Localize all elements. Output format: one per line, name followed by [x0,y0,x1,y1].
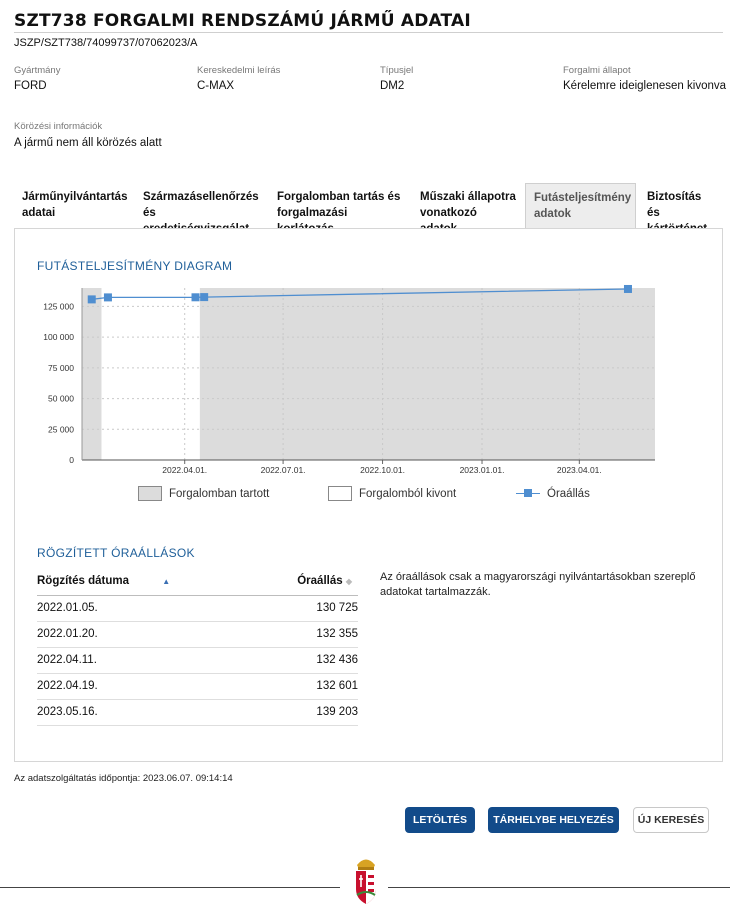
tab-bar: Járműnyilvántartás adatai Származásellen… [14,183,723,235]
x-tick-label: 2022.10.01. [360,465,405,475]
y-tick-label: 100 000 [43,332,74,342]
legend-swatch [138,486,162,501]
tab-label: Forgalomban tartás és [277,191,401,203]
reference-number: JSZP/SZT738/74099737/07062023/A [14,37,198,49]
tab-label: Futásteljesítmény [534,192,632,204]
commercial-name-label: Kereskedelmi leírás [197,65,281,76]
y-tick-label: 125 000 [43,301,74,311]
tab-label: Származásellenőrzés [143,191,259,203]
x-tick-label: 2023.04.01. [557,465,602,475]
y-tick-label: 50 000 [48,394,74,404]
chart-legend: Forgalomban tartott Forgalomból kivont Ó… [138,486,608,504]
wanted-info-value: A jármű nem áll körözés alatt [14,137,162,149]
odometer-point [623,284,632,293]
table-row: 2022.04.11. 132 436 [37,647,358,674]
tab-label: Járműnyilvántartás [22,191,128,203]
manufacturer-value: FORD [14,80,47,92]
tab-origin-check[interactable]: Származásellenőrzés és eredetiségvizsgál… [135,183,265,235]
reading-value: 130 725 [257,595,358,622]
table-header-row: Rögzítés dátuma ▲ Óraállás ◆ [37,568,358,596]
column-header-mileage[interactable]: Óraállás ◆ [257,568,358,596]
type-code-label: Típusjel [380,65,414,76]
odometer-point [103,293,112,302]
tab-label: adatok [534,208,572,220]
x-tick-label: 2022.04.01. [162,465,207,475]
table-row: 2022.01.05. 130 725 [37,595,358,622]
tab-label: Biztosítás és [647,191,702,219]
footer-divider-right [388,887,730,888]
commercial-name-value: C-MAX [197,80,235,92]
reading-date: 2022.01.20. [37,621,258,648]
y-tick-label: 0 [69,455,74,465]
wanted-info-label: Körözési információk [14,121,103,132]
reading-value: 132 355 [257,621,358,648]
legend-line-icon [516,486,540,501]
mileage-chart: 0 25 000 50 000 75 000 100 000 125 000 2022.04… [43,284,656,475]
tab-mileage-data[interactable]: Futásteljesítmény adatok [525,183,636,229]
in-traffic-band [82,288,102,460]
readings-title: RÖGZÍTETT ÓRAÁLLÁSOK [37,546,195,560]
manufacturer-label: Gyártmány [14,65,61,76]
tab-traffic-restrictions[interactable]: Forgalomban tartás és forgalmazási korlá… [269,183,409,235]
x-tick-label: 2023.01.01. [460,465,505,475]
title-divider [14,32,723,33]
sort-ascending-icon: ▲ [162,577,171,587]
table-row: 2022.04.19. 132 601 [37,673,358,700]
data-timestamp: Az adatszolgáltatás időpontja: 2023.06.0… [14,773,233,784]
tab-registry-data[interactable]: Járműnyilvántartás adatai [14,183,132,229]
x-tick-label: 2022.07.01. [261,465,306,475]
column-header-date[interactable]: Rögzítés dátuma ▲ [37,568,258,596]
legend-label: Forgalomból kivont [359,487,457,500]
odometer-point [191,293,200,302]
footer-divider-left [0,887,340,888]
legend-swatch [328,486,352,501]
column-header-label: Rögzítés dátuma [37,575,130,588]
traffic-status-value: Kérelemre ideiglenesen kivonva [563,80,727,92]
reading-date: 2022.04.11. [37,647,258,674]
reading-date: 2022.01.05. [37,595,258,622]
type-code-value: DM2 [380,80,405,92]
chart-title: FUTÁSTELJESÍTMÉNY DIAGRAM [37,259,233,273]
sort-icon: ◆ [345,577,352,587]
new-search-button[interactable]: ÚJ KERESÉS [633,807,709,833]
legend-in-traffic: Forgalomban tartott [138,486,269,501]
readings-note: Az óraállások csak a magyarországi nyilv… [380,571,696,598]
readings-table: Rögzítés dátuma ▲ Óraállás ◆ 2022.01.05.… [37,568,358,726]
legend-label: Óraállás [547,487,590,500]
legend-withdrawn: Forgalomból kivont [328,486,456,501]
odometer-point [200,293,209,302]
download-button[interactable]: LETÖLTÉS [405,807,475,833]
odometer-point [87,295,96,304]
reading-value: 132 601 [257,673,358,700]
legend-odometer: Óraállás [516,486,590,501]
table-row: 2022.01.20. 132 355 [37,621,358,648]
column-header-label: Óraállás [297,575,343,588]
y-tick-label: 75 000 [48,363,74,373]
coat-of-arms-icon [356,859,376,904]
reading-date: 2023.05.16. [37,699,258,726]
y-tick-label: 25 000 [48,424,74,434]
in-traffic-band [199,288,656,460]
reading-value: 139 203 [257,699,358,726]
tab-technical-condition[interactable]: Műszaki állapotra vonatkozó adatok [412,183,524,235]
page-title: SZT738 FORGALMI RENDSZÁMÚ JÁRMŰ ADATAI [14,11,471,31]
reading-date: 2022.04.19. [37,673,258,700]
legend-label: Forgalomban tartott [169,487,270,500]
traffic-status-label: Forgalmi állapot [563,65,631,76]
reading-value: 132 436 [257,647,358,674]
tab-label: adatai [22,207,56,219]
tab-insurance-claims[interactable]: Biztosítás és kártörténet [639,183,723,235]
tab-label: Műszaki állapotra [420,191,516,203]
table-row: 2023.05.16. 139 203 [37,699,358,726]
store-button[interactable]: TÁRHELYBE HELYEZÉS [488,807,619,833]
